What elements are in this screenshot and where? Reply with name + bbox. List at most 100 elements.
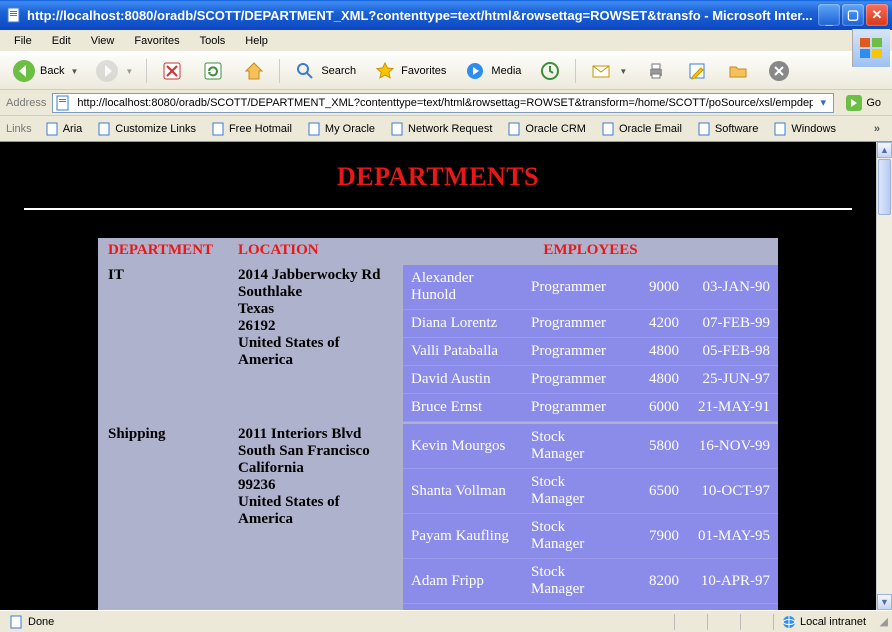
dept-location: 2014 Jabberwocky RdSouthlakeTexas26192Un… bbox=[228, 263, 403, 422]
emp-salary: 4200 bbox=[623, 310, 683, 338]
favorites-button[interactable]: Favorites bbox=[367, 56, 452, 86]
back-icon bbox=[12, 59, 36, 83]
chevron-down-icon: ▼ bbox=[125, 67, 133, 76]
emp-name: Matthew Weiss bbox=[403, 604, 523, 611]
address-dropdown-button[interactable]: ▾ bbox=[815, 96, 831, 109]
address-input[interactable] bbox=[75, 96, 815, 110]
employee-row: Diana LorentzProgrammer420007-FEB-99 bbox=[403, 310, 778, 338]
close-circle-icon bbox=[767, 59, 791, 83]
discuss-button[interactable] bbox=[720, 56, 756, 86]
stop-button[interactable] bbox=[154, 56, 190, 86]
status-bar: Done Local intranet ◢ bbox=[0, 610, 892, 632]
zone-text: Local intranet bbox=[800, 616, 866, 628]
departments-table: DEPARTMENT LOCATION EMPLOYEES IT2014 Jab… bbox=[98, 238, 778, 610]
emp-title: Stock Manager bbox=[523, 559, 623, 604]
emp-date: 25-JUN-97 bbox=[683, 366, 778, 394]
emp-name: Payam Kaufling bbox=[403, 514, 523, 559]
edit-icon bbox=[685, 59, 709, 83]
media-icon bbox=[463, 59, 487, 83]
scroll-down-button[interactable]: ▼ bbox=[877, 594, 892, 610]
employee-row: Alexander HunoldProgrammer900003-JAN-90 bbox=[403, 264, 778, 310]
employee-row: Shanta VollmanStock Manager650010-OCT-97 bbox=[403, 469, 778, 514]
dept-location: 2011 Interiors BlvdSouth San FranciscoCa… bbox=[228, 422, 403, 610]
security-zone: Local intranet bbox=[776, 615, 872, 629]
menu-favorites[interactable]: Favorites bbox=[126, 33, 187, 49]
emp-salary: 6500 bbox=[623, 469, 683, 514]
history-button[interactable] bbox=[532, 56, 568, 86]
address-input-wrap[interactable]: ▾ bbox=[52, 93, 834, 113]
emp-salary: 5800 bbox=[623, 423, 683, 469]
address-label: Address bbox=[6, 97, 46, 109]
employee-row: Valli PataballaProgrammer480005-FEB-98 bbox=[403, 338, 778, 366]
window-close-button[interactable]: ✕ bbox=[866, 4, 888, 26]
emp-date: 18-JUL-96 bbox=[683, 604, 778, 611]
links-bar: Links Aria Customize Links Free Hotmail … bbox=[0, 116, 892, 142]
print-button[interactable] bbox=[638, 56, 674, 86]
employee-row: Adam FrippStock Manager820010-APR-97 bbox=[403, 559, 778, 604]
media-button[interactable]: Media bbox=[457, 56, 527, 86]
emp-salary: 8200 bbox=[623, 559, 683, 604]
emp-date: 21-MAY-91 bbox=[683, 394, 778, 422]
link-oracle-email[interactable]: Oracle Email bbox=[596, 119, 688, 139]
emp-salary: 4800 bbox=[623, 338, 683, 366]
link-network-request[interactable]: Network Request bbox=[385, 119, 498, 139]
intranet-icon bbox=[782, 615, 796, 629]
menu-tools[interactable]: Tools bbox=[192, 33, 234, 49]
menu-view[interactable]: View bbox=[83, 33, 123, 49]
col-location: LOCATION bbox=[228, 238, 403, 263]
link-aria[interactable]: Aria bbox=[40, 119, 89, 139]
edit-button[interactable] bbox=[679, 56, 715, 86]
emp-title: Programmer bbox=[523, 264, 623, 310]
emp-title: Stock Manager bbox=[523, 604, 623, 611]
link-windows[interactable]: Windows bbox=[768, 119, 842, 139]
menu-edit[interactable]: Edit bbox=[44, 33, 79, 49]
emp-title: Stock Manager bbox=[523, 423, 623, 469]
link-my-oracle[interactable]: My Oracle bbox=[302, 119, 381, 139]
back-button[interactable]: Back ▼ bbox=[6, 56, 84, 86]
go-label: Go bbox=[866, 97, 881, 109]
emp-name: Shanta Vollman bbox=[403, 469, 523, 514]
emp-title: Programmer bbox=[523, 366, 623, 394]
chevron-down-icon: ▼ bbox=[70, 67, 78, 76]
emp-title: Programmer bbox=[523, 338, 623, 366]
link-software[interactable]: Software bbox=[692, 119, 764, 139]
menu-file[interactable]: File bbox=[6, 33, 40, 49]
chevron-down-icon: ▼ bbox=[619, 67, 627, 76]
employees-cell: Kevin MourgosStock Manager580016-NOV-99S… bbox=[403, 422, 778, 610]
link-customize-links[interactable]: Customize Links bbox=[92, 119, 202, 139]
home-button[interactable] bbox=[236, 56, 272, 86]
links-overflow-button[interactable]: » bbox=[868, 123, 886, 135]
print-icon bbox=[644, 59, 668, 83]
folder-icon bbox=[726, 59, 750, 83]
throbber-icon bbox=[852, 29, 890, 67]
link-free-hotmail[interactable]: Free Hotmail bbox=[206, 119, 298, 139]
scroll-up-button[interactable]: ▲ bbox=[877, 142, 892, 158]
extra-button[interactable] bbox=[761, 56, 797, 86]
forward-button[interactable]: ▼ bbox=[89, 56, 139, 86]
emp-title: Stock Manager bbox=[523, 469, 623, 514]
window-minimize-button[interactable]: _ bbox=[818, 4, 840, 26]
mail-button[interactable]: ▼ bbox=[583, 56, 633, 86]
emp-salary: 7900 bbox=[623, 514, 683, 559]
emp-name: Bruce Ernst bbox=[403, 394, 523, 422]
window-maximize-button[interactable]: ▢ bbox=[842, 4, 864, 26]
emp-name: Alexander Hunold bbox=[403, 264, 523, 310]
table-row: Shipping2011 Interiors BlvdSouth San Fra… bbox=[98, 422, 778, 610]
menu-help[interactable]: Help bbox=[237, 33, 276, 49]
resize-grip[interactable]: ◢ bbox=[872, 615, 888, 628]
page-heading: DEPARTMENTS bbox=[24, 162, 852, 192]
scroll-thumb[interactable] bbox=[878, 159, 891, 215]
refresh-button[interactable] bbox=[195, 56, 231, 86]
go-button[interactable]: Go bbox=[840, 92, 886, 114]
link-oracle-crm[interactable]: Oracle CRM bbox=[502, 119, 592, 139]
col-employees: EMPLOYEES bbox=[403, 238, 778, 263]
horizontal-rule bbox=[24, 208, 852, 210]
viewport-wrap: DEPARTMENTS DEPARTMENT LOCATION EMPLOYEE… bbox=[0, 142, 892, 610]
window-title: http://localhost:8080/oradb/SCOTT/DEPART… bbox=[27, 8, 818, 23]
vertical-scrollbar[interactable]: ▲ ▼ bbox=[876, 142, 892, 610]
emp-date: 03-JAN-90 bbox=[683, 264, 778, 310]
search-button[interactable]: Search bbox=[287, 56, 362, 86]
col-department: DEPARTMENT bbox=[98, 238, 228, 263]
emp-date: 05-FEB-98 bbox=[683, 338, 778, 366]
emp-salary: 6000 bbox=[623, 394, 683, 422]
